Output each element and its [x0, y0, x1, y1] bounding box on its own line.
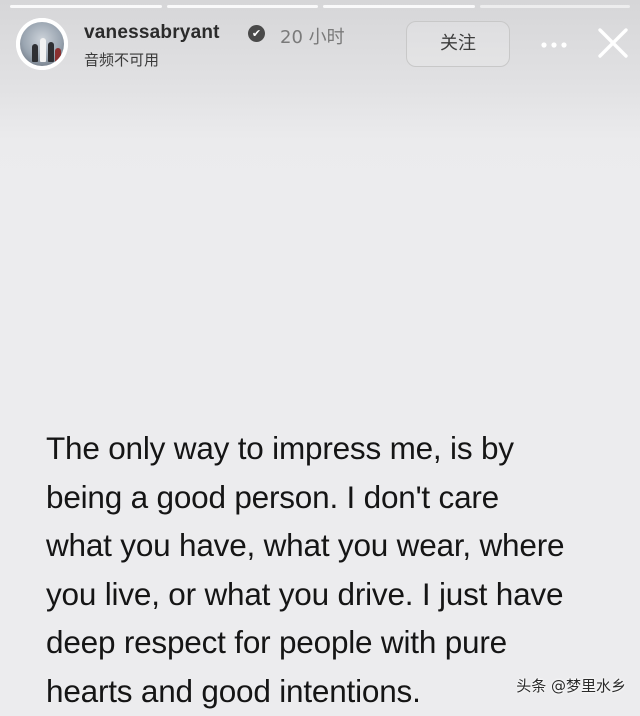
avatar[interactable]: [16, 18, 68, 70]
progress-segment: [10, 5, 162, 8]
more-horizontal-icon[interactable]: [536, 26, 572, 62]
progress-segment: [323, 5, 476, 8]
audio-status: 音频不可用: [84, 51, 160, 69]
post-time: 20 小时: [280, 27, 345, 48]
avatar-image: [20, 22, 64, 66]
story-header: vanessabryant ✔ 20 小时 音频不可用 关注: [16, 18, 628, 74]
follow-button[interactable]: 关注: [406, 21, 510, 67]
close-icon[interactable]: [594, 24, 632, 62]
story-text-line: being a good person. I don't care: [46, 478, 499, 515]
story-text-line: what you have, what you wear, where: [46, 527, 565, 564]
story-progress-bar: [10, 5, 631, 8]
progress-segment: [166, 5, 319, 8]
progress-segment-current: [480, 5, 631, 8]
story-text: The only way to impress me, is by being …: [46, 424, 626, 716]
story-text-line: The only way to impress me, is by: [46, 430, 514, 466]
story-viewer: vanessabryant ✔ 20 小时 音频不可用 关注 The only …: [0, 0, 640, 712]
watermark: 头条 @梦里水乡: [516, 677, 626, 695]
story-text-line: deep respect for people with pure: [46, 624, 507, 661]
username[interactable]: vanessabryant: [84, 22, 220, 44]
verified-badge-icon: ✔: [248, 25, 265, 42]
story-text-line: you live, or what you drive. I just have: [46, 575, 564, 612]
